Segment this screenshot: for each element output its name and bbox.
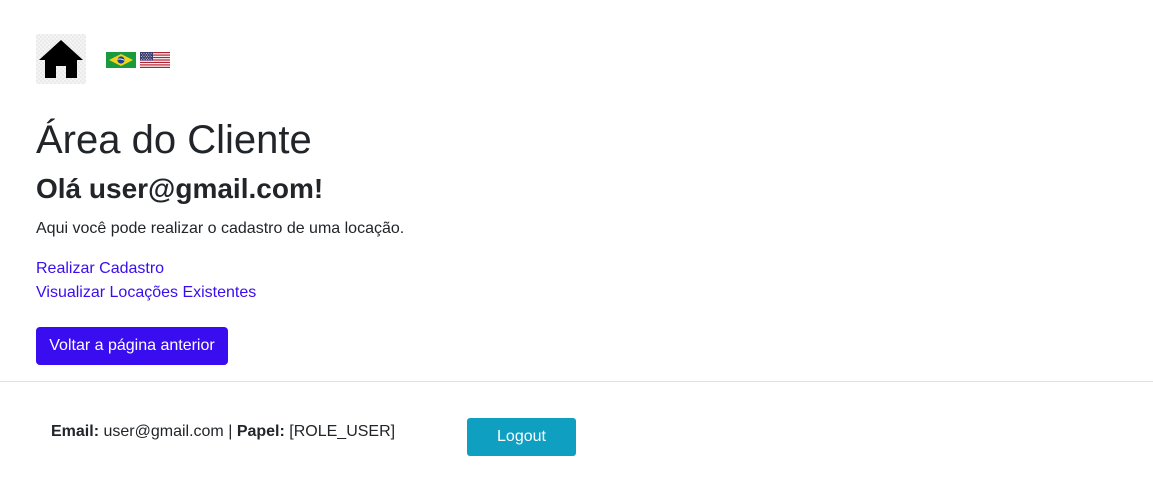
- back-button[interactable]: Voltar a página anterior: [36, 327, 228, 365]
- email-value: user@gmail.com: [103, 423, 224, 440]
- home-link[interactable]: [36, 34, 86, 84]
- view-rentals-link[interactable]: Visualizar Locações Existentes: [36, 281, 256, 305]
- register-rental-link[interactable]: Realizar Cadastro: [36, 257, 164, 281]
- page-title: Área do Cliente: [36, 118, 312, 162]
- role-value: [ROLE_USER]: [289, 423, 396, 440]
- greeting-heading: Olá user@gmail.com!: [36, 173, 324, 204]
- email-label: Email:: [51, 423, 100, 440]
- footer-divider: [0, 381, 1153, 382]
- flag-brazil-icon: [106, 52, 136, 68]
- client-area-page: Área do Cliente Olá user@gmail.com! Aqui…: [0, 0, 1153, 504]
- language-pt-br-link[interactable]: [106, 52, 136, 68]
- language-en-us-link[interactable]: [140, 52, 170, 68]
- flag-usa-icon: [140, 52, 170, 68]
- info-separator: |: [228, 423, 233, 440]
- user-info: Email: user@gmail.com | Papel: [ROLE_USE…: [51, 420, 395, 444]
- role-label: Papel:: [236, 423, 285, 440]
- logout-button[interactable]: Logout: [467, 418, 576, 456]
- intro-text: Aqui você pode realizar o cadastro de um…: [36, 220, 405, 237]
- home-icon: [39, 40, 83, 78]
